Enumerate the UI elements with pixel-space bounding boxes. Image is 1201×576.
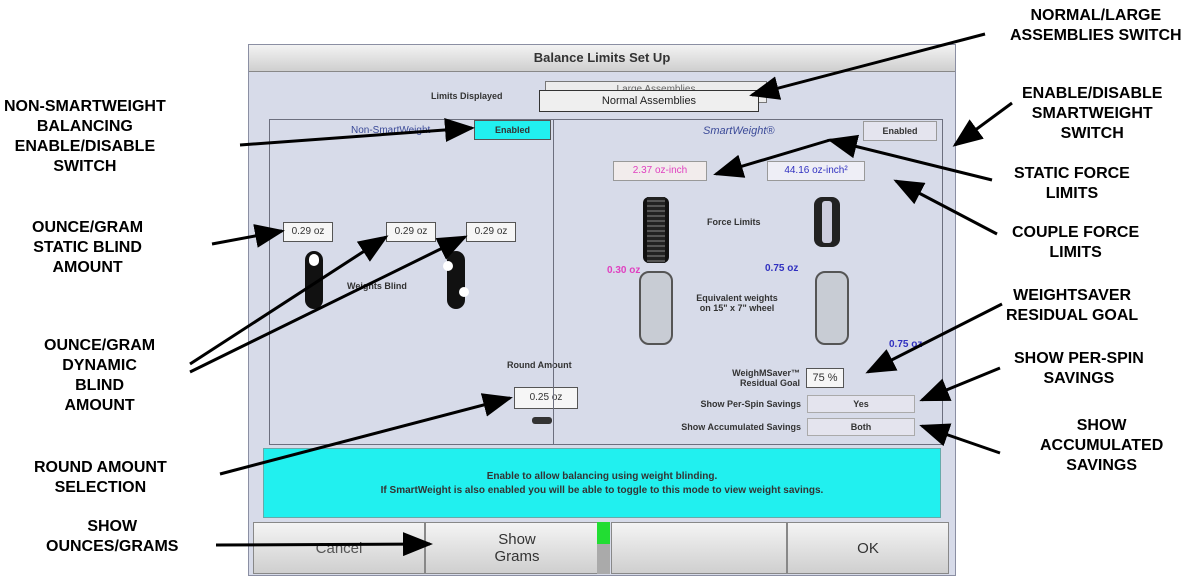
- static-blind-amount[interactable]: 0.29 oz: [283, 222, 333, 242]
- dynamic-blind-amount-1[interactable]: 0.29 oz: [386, 222, 436, 242]
- static-tire-icon: [305, 251, 323, 309]
- balance-limits-screen: Balance Limits Set Up Limits Displayed L…: [248, 44, 956, 576]
- arrow-enable-smartweight: [952, 101, 1013, 147]
- show-grams-button[interactable]: Show Grams: [425, 522, 609, 574]
- equiv-right-top-weight: 0.75 oz: [765, 263, 799, 274]
- couple-force-limit[interactable]: 44.16 oz-inch²: [767, 161, 865, 181]
- callout-non-smartweight: NON-SMARTWEIGHT BALANCING ENABLE/DISABLE SW…: [4, 98, 166, 175]
- static-force-limit[interactable]: 2.37 oz-inch: [613, 161, 707, 181]
- per-spin-label: Show Per-Spin Savings: [700, 399, 801, 409]
- accumulated-label: Show Accumulated Savings: [681, 422, 801, 432]
- right-wheel-icon: [815, 271, 849, 345]
- callout-weightsaver: WEIGHTSAVER RESIDUAL GOAL: [1006, 287, 1139, 324]
- mode-indicator: [597, 522, 610, 574]
- per-spin-savings-toggle[interactable]: Yes: [807, 395, 915, 413]
- callout-normal-large: NORMAL/LARGE ASSEMBLIES SWITCH: [1010, 7, 1182, 44]
- dynamic-blind-amount-2[interactable]: 0.29 oz: [466, 222, 516, 242]
- left-wheel-icon: [639, 271, 673, 345]
- callout-show-ounces: SHOW OUNCES/GRAMS: [46, 518, 179, 555]
- window-title: Balance Limits Set Up: [249, 45, 955, 72]
- accumulated-savings-toggle[interactable]: Both: [807, 418, 915, 436]
- equiv-left-weight: 0.30 oz: [607, 265, 641, 276]
- callout-ounce-dynamic: OUNCE/GRAM DYNAMIC BLIND AMOUNT: [44, 337, 156, 414]
- non-smartweight-label: Non-SmartWeight: [351, 125, 431, 136]
- help-line-1: Enable to allow balancing using weight b…: [486, 471, 718, 482]
- callout-ounce-static: OUNCE/GRAM STATIC BLIND AMOUNT: [32, 219, 144, 276]
- weightsaver-residual-goal[interactable]: 75 %: [806, 368, 844, 388]
- smartweight-toggle[interactable]: Enabled: [863, 121, 937, 141]
- callout-accumulated: SHOW ACCUMULATED SAVINGS: [1040, 417, 1164, 474]
- blank-button[interactable]: [611, 522, 787, 574]
- callout-couple-force: COUPLE FORCE LIMITS: [1012, 224, 1140, 261]
- normal-large-assemblies-switch[interactable]: Normal Assemblies: [539, 90, 759, 112]
- callout-static-force: STATIC FORCE LIMITS: [1014, 165, 1130, 202]
- non-smartweight-toggle[interactable]: Enabled: [474, 120, 551, 140]
- static-force-tire-icon: [643, 197, 669, 263]
- help-message: Enable to allow balancing using weight b…: [263, 448, 941, 518]
- callout-enable-smartweight: ENABLE/DISABLE SMARTWEIGHT SWITCH: [1022, 85, 1163, 142]
- cancel-button[interactable]: Cancel: [253, 522, 425, 574]
- ok-button[interactable]: OK: [787, 522, 949, 574]
- couple-force-tire-icon: [814, 197, 840, 247]
- smartweight-label: SmartWeight®: [703, 125, 775, 137]
- callout-per-spin: SHOW PER-SPIN SAVINGS: [1014, 350, 1144, 387]
- callout-round-amount: ROUND AMOUNT SELECTION: [34, 459, 167, 496]
- equiv-weights-label: Equivalent weights on 15" x 7" wheel: [696, 293, 778, 313]
- force-limits-label: Force Limits: [707, 217, 761, 227]
- limits-displayed-label: Limits Displayed: [431, 91, 503, 101]
- dynamic-tire-icon: [443, 251, 469, 309]
- weightsaver-label: WeighMSaver™ Residual Goal: [732, 368, 800, 388]
- equiv-right-bottom-weight: 0.75 oz: [889, 339, 923, 350]
- weights-blind-label: Weights Blind: [347, 281, 407, 291]
- car-icon: [532, 417, 552, 424]
- help-line-2: If SmartWeight is also enabled you will …: [380, 485, 824, 496]
